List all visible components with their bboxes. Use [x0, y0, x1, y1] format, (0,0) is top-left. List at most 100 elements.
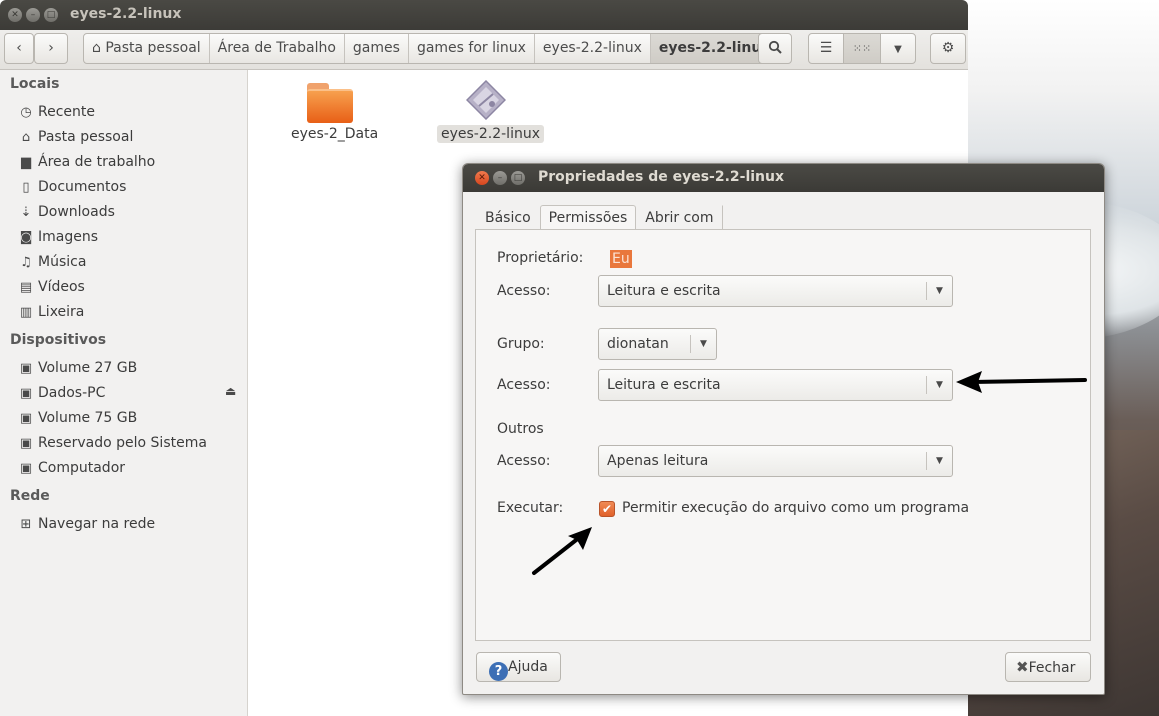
- breadcrumb-item[interactable]: games: [345, 34, 409, 63]
- tab-abrir-com[interactable]: Abrir com: [636, 205, 723, 230]
- clock-icon: ◷: [20, 105, 32, 120]
- forward-button[interactable]: ›: [34, 33, 68, 64]
- sidebar-item-label: Dados-PC: [38, 385, 106, 401]
- others-label: Outros: [497, 421, 544, 437]
- sidebar-item-label: Computador: [38, 460, 126, 476]
- search-button[interactable]: [758, 33, 792, 64]
- others-access-value: Apenas leitura: [607, 453, 709, 469]
- annotation-arrow-icon: [532, 527, 592, 575]
- window-titlebar[interactable]: ✕ – □ eyes-2.2-linux: [0, 0, 968, 30]
- owner-access-label: Acesso:: [497, 283, 551, 299]
- home-icon: ⌂: [21, 130, 31, 145]
- executable-icon[interactable]: [466, 80, 506, 120]
- folder-icon: ▆: [21, 155, 31, 170]
- sidebar-item-videos[interactable]: ▤ Vídeos: [18, 276, 243, 298]
- annotation-arrow-icon: [956, 371, 1087, 393]
- chevron-right-icon: ›: [48, 40, 54, 56]
- file-item-label-selected[interactable]: eyes-2.2-linux: [437, 125, 544, 143]
- drive-icon: ▣: [19, 461, 33, 476]
- breadcrumb-item[interactable]: games for linux: [409, 34, 535, 63]
- help-button[interactable]: ? Ajuda: [476, 652, 561, 682]
- view-options-button[interactable]: ▼: [880, 33, 916, 64]
- close-button-label: Fechar: [1028, 660, 1076, 676]
- dialog-title: Propriedades de eyes-2.2-linux: [538, 169, 785, 185]
- minimize-window-icon[interactable]: –: [26, 8, 40, 22]
- sidebar-item-reservado[interactable]: ▣ Reservado pelo Sistema: [18, 432, 243, 454]
- group-select[interactable]: dionatan ▼: [598, 328, 717, 360]
- back-button[interactable]: ‹: [4, 33, 34, 64]
- minimize-dialog-icon[interactable]: –: [493, 171, 507, 185]
- sidebar-item-label: Reservado pelo Sistema: [38, 435, 207, 451]
- sidebar-item-dados-pc[interactable]: ▣ Dados-PC: [18, 382, 243, 404]
- sidebar-item-volume-27gb[interactable]: ▣ Volume 27 GB: [18, 357, 243, 379]
- dropdown-arrow-icon: ▼: [926, 452, 952, 470]
- close-button[interactable]: ✖Fechar: [1005, 652, 1091, 682]
- download-icon: ⇣: [20, 205, 32, 220]
- sidebar-item-downloads[interactable]: ⇣ Downloads: [18, 201, 243, 223]
- film-icon: ▤: [19, 280, 33, 295]
- execute-label: Executar:: [497, 500, 564, 516]
- group-value: dionatan: [607, 336, 669, 352]
- drive-icon: ▣: [19, 386, 33, 401]
- owner-access-select[interactable]: Leitura e escrita ▼: [598, 275, 953, 307]
- breadcrumb-home[interactable]: ⌂ Pasta pessoal: [84, 34, 210, 63]
- grid-view-button[interactable]: ⁙⁙: [843, 33, 881, 64]
- sidebar-item-recente[interactable]: ◷ Recente: [18, 101, 243, 123]
- dropdown-arrow-icon: ▼: [690, 335, 716, 353]
- list-view-button[interactable]: ☰: [808, 33, 844, 64]
- folder-body: [307, 89, 353, 123]
- close-window-icon[interactable]: ✕: [8, 8, 22, 22]
- sidebar-item-musica[interactable]: ♫ Música: [18, 251, 243, 273]
- sidebar-item-documentos[interactable]: ▯ Documentos: [18, 176, 243, 198]
- dropdown-arrow-icon: ▼: [926, 282, 952, 300]
- trash-icon: ▥: [19, 305, 33, 320]
- group-access-value: Leitura e escrita: [607, 377, 721, 393]
- tab-basico[interactable]: Básico: [476, 205, 540, 230]
- sidebar-item-label: Navegar na rede: [38, 516, 156, 532]
- maximize-window-icon[interactable]: □: [44, 8, 58, 22]
- others-access-select[interactable]: Apenas leitura ▼: [598, 445, 953, 477]
- breadcrumb-label: Pasta pessoal: [105, 40, 201, 56]
- group-label: Grupo:: [497, 336, 545, 352]
- tab-permissoes[interactable]: Permissões: [539, 205, 637, 231]
- owner-label: Proprietário:: [497, 250, 584, 266]
- dialog-titlebar[interactable]: ✕ – □ Propriedades de eyes-2.2-linux: [463, 164, 1104, 192]
- music-icon: ♫: [20, 255, 32, 270]
- close-dialog-icon[interactable]: ✕: [475, 171, 489, 185]
- sidebar-item-label: Vídeos: [38, 279, 85, 295]
- sidebar-item-label: Volume 27 GB: [38, 360, 138, 376]
- sidebar: Locais ◷ Recente ⌂ Pasta pessoal ▆ Área de …: [0, 70, 248, 716]
- eject-icon[interactable]: ⏏: [225, 384, 236, 398]
- settings-button[interactable]: ⚙: [930, 33, 966, 64]
- sidebar-item-label: Pasta pessoal: [38, 129, 134, 145]
- sidebar-item-label: Volume 75 GB: [38, 410, 138, 426]
- others-access-label: Acesso:: [497, 453, 551, 469]
- sidebar-item-lixeira[interactable]: ▥ Lixeira: [18, 301, 243, 323]
- sidebar-item-volume-75gb[interactable]: ▣ Volume 75 GB: [18, 407, 243, 429]
- file-item-label[interactable]: eyes-2_Data: [291, 126, 378, 142]
- sidebar-item-label: Área de trabalho: [38, 154, 156, 170]
- sidebar-item-label: Downloads: [38, 204, 115, 220]
- chevron-down-icon: ▼: [894, 44, 902, 55]
- folder-icon[interactable]: [307, 83, 355, 123]
- sidebar-item-label: Música: [38, 254, 87, 270]
- execute-checkbox-label[interactable]: Permitir execução do arquivo como um pro…: [622, 500, 969, 516]
- sidebar-item-label: Lixeira: [38, 304, 85, 320]
- sidebar-item-area-de-trabalho[interactable]: ▆ Área de trabalho: [18, 151, 243, 173]
- sidebar-item-label: Recente: [38, 104, 95, 120]
- breadcrumb-item[interactable]: Área de Trabalho: [210, 34, 345, 63]
- group-access-select[interactable]: Leitura e escrita ▼: [598, 369, 953, 401]
- search-icon: [768, 40, 782, 54]
- execute-checkbox[interactable]: ✔: [599, 501, 615, 517]
- sidebar-heading-rede: Rede: [10, 488, 50, 504]
- sidebar-item-imagens[interactable]: ◙ Imagens: [18, 226, 243, 248]
- maximize-dialog-icon[interactable]: □: [511, 171, 525, 185]
- dialog-tabs: Básico Permissões Abrir com: [476, 205, 723, 231]
- drive-icon: ▣: [19, 411, 33, 426]
- group-access-label: Acesso:: [497, 377, 551, 393]
- sidebar-item-navegar-na-rede[interactable]: ⊞ Navegar na rede: [18, 513, 243, 535]
- document-icon: ▯: [22, 180, 30, 195]
- breadcrumb-item[interactable]: eyes-2.2-linux: [535, 34, 651, 63]
- sidebar-item-computador[interactable]: ▣ Computador: [18, 457, 243, 479]
- sidebar-item-pasta-pessoal[interactable]: ⌂ Pasta pessoal: [18, 126, 243, 148]
